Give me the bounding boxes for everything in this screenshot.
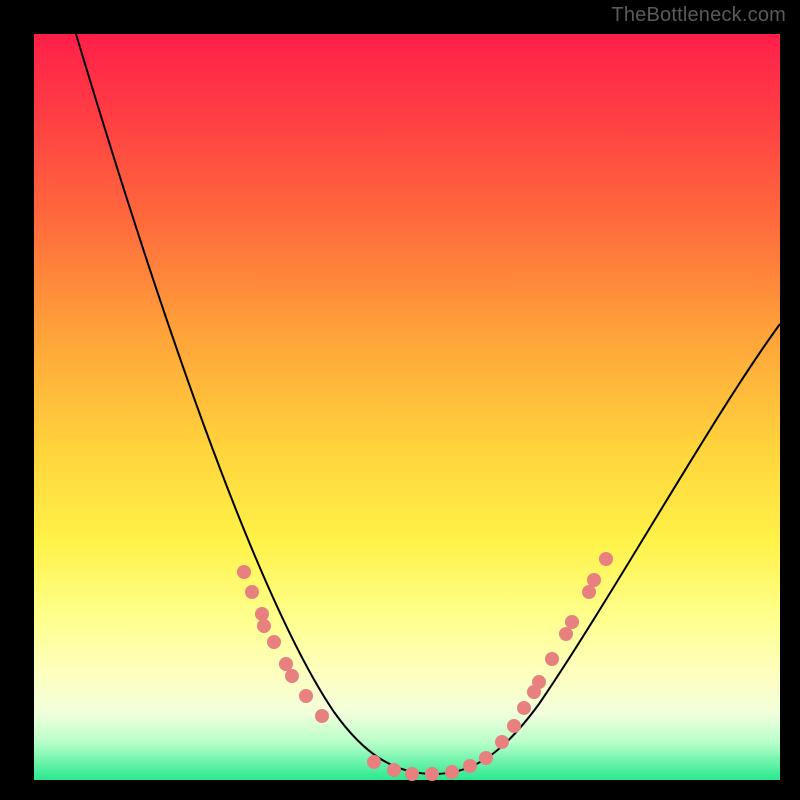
watermark-text: TheBottleneck.com — [611, 4, 786, 27]
data-point — [315, 709, 329, 723]
data-point — [565, 615, 579, 629]
data-point — [532, 675, 546, 689]
chart-frame: TheBottleneck.com — [0, 0, 800, 800]
data-point — [545, 652, 559, 666]
data-point — [267, 635, 281, 649]
data-point — [495, 735, 509, 749]
data-point — [285, 669, 299, 683]
data-point — [255, 607, 269, 621]
data-point — [582, 585, 596, 599]
data-point — [587, 573, 601, 587]
chart-overlay — [34, 34, 780, 780]
data-point — [445, 765, 459, 779]
data-point — [279, 657, 293, 671]
data-points — [237, 552, 613, 781]
data-point — [237, 565, 251, 579]
data-point — [367, 755, 381, 769]
data-point — [405, 767, 419, 781]
data-point — [507, 719, 521, 733]
data-point — [299, 689, 313, 703]
data-point — [425, 767, 439, 781]
data-point — [245, 585, 259, 599]
data-point — [387, 763, 401, 777]
data-point — [257, 619, 271, 633]
data-point — [517, 701, 531, 715]
data-point — [463, 759, 477, 773]
data-point — [599, 552, 613, 566]
bottleneck-curve — [76, 34, 780, 774]
data-point — [479, 751, 493, 765]
data-point — [559, 627, 573, 641]
